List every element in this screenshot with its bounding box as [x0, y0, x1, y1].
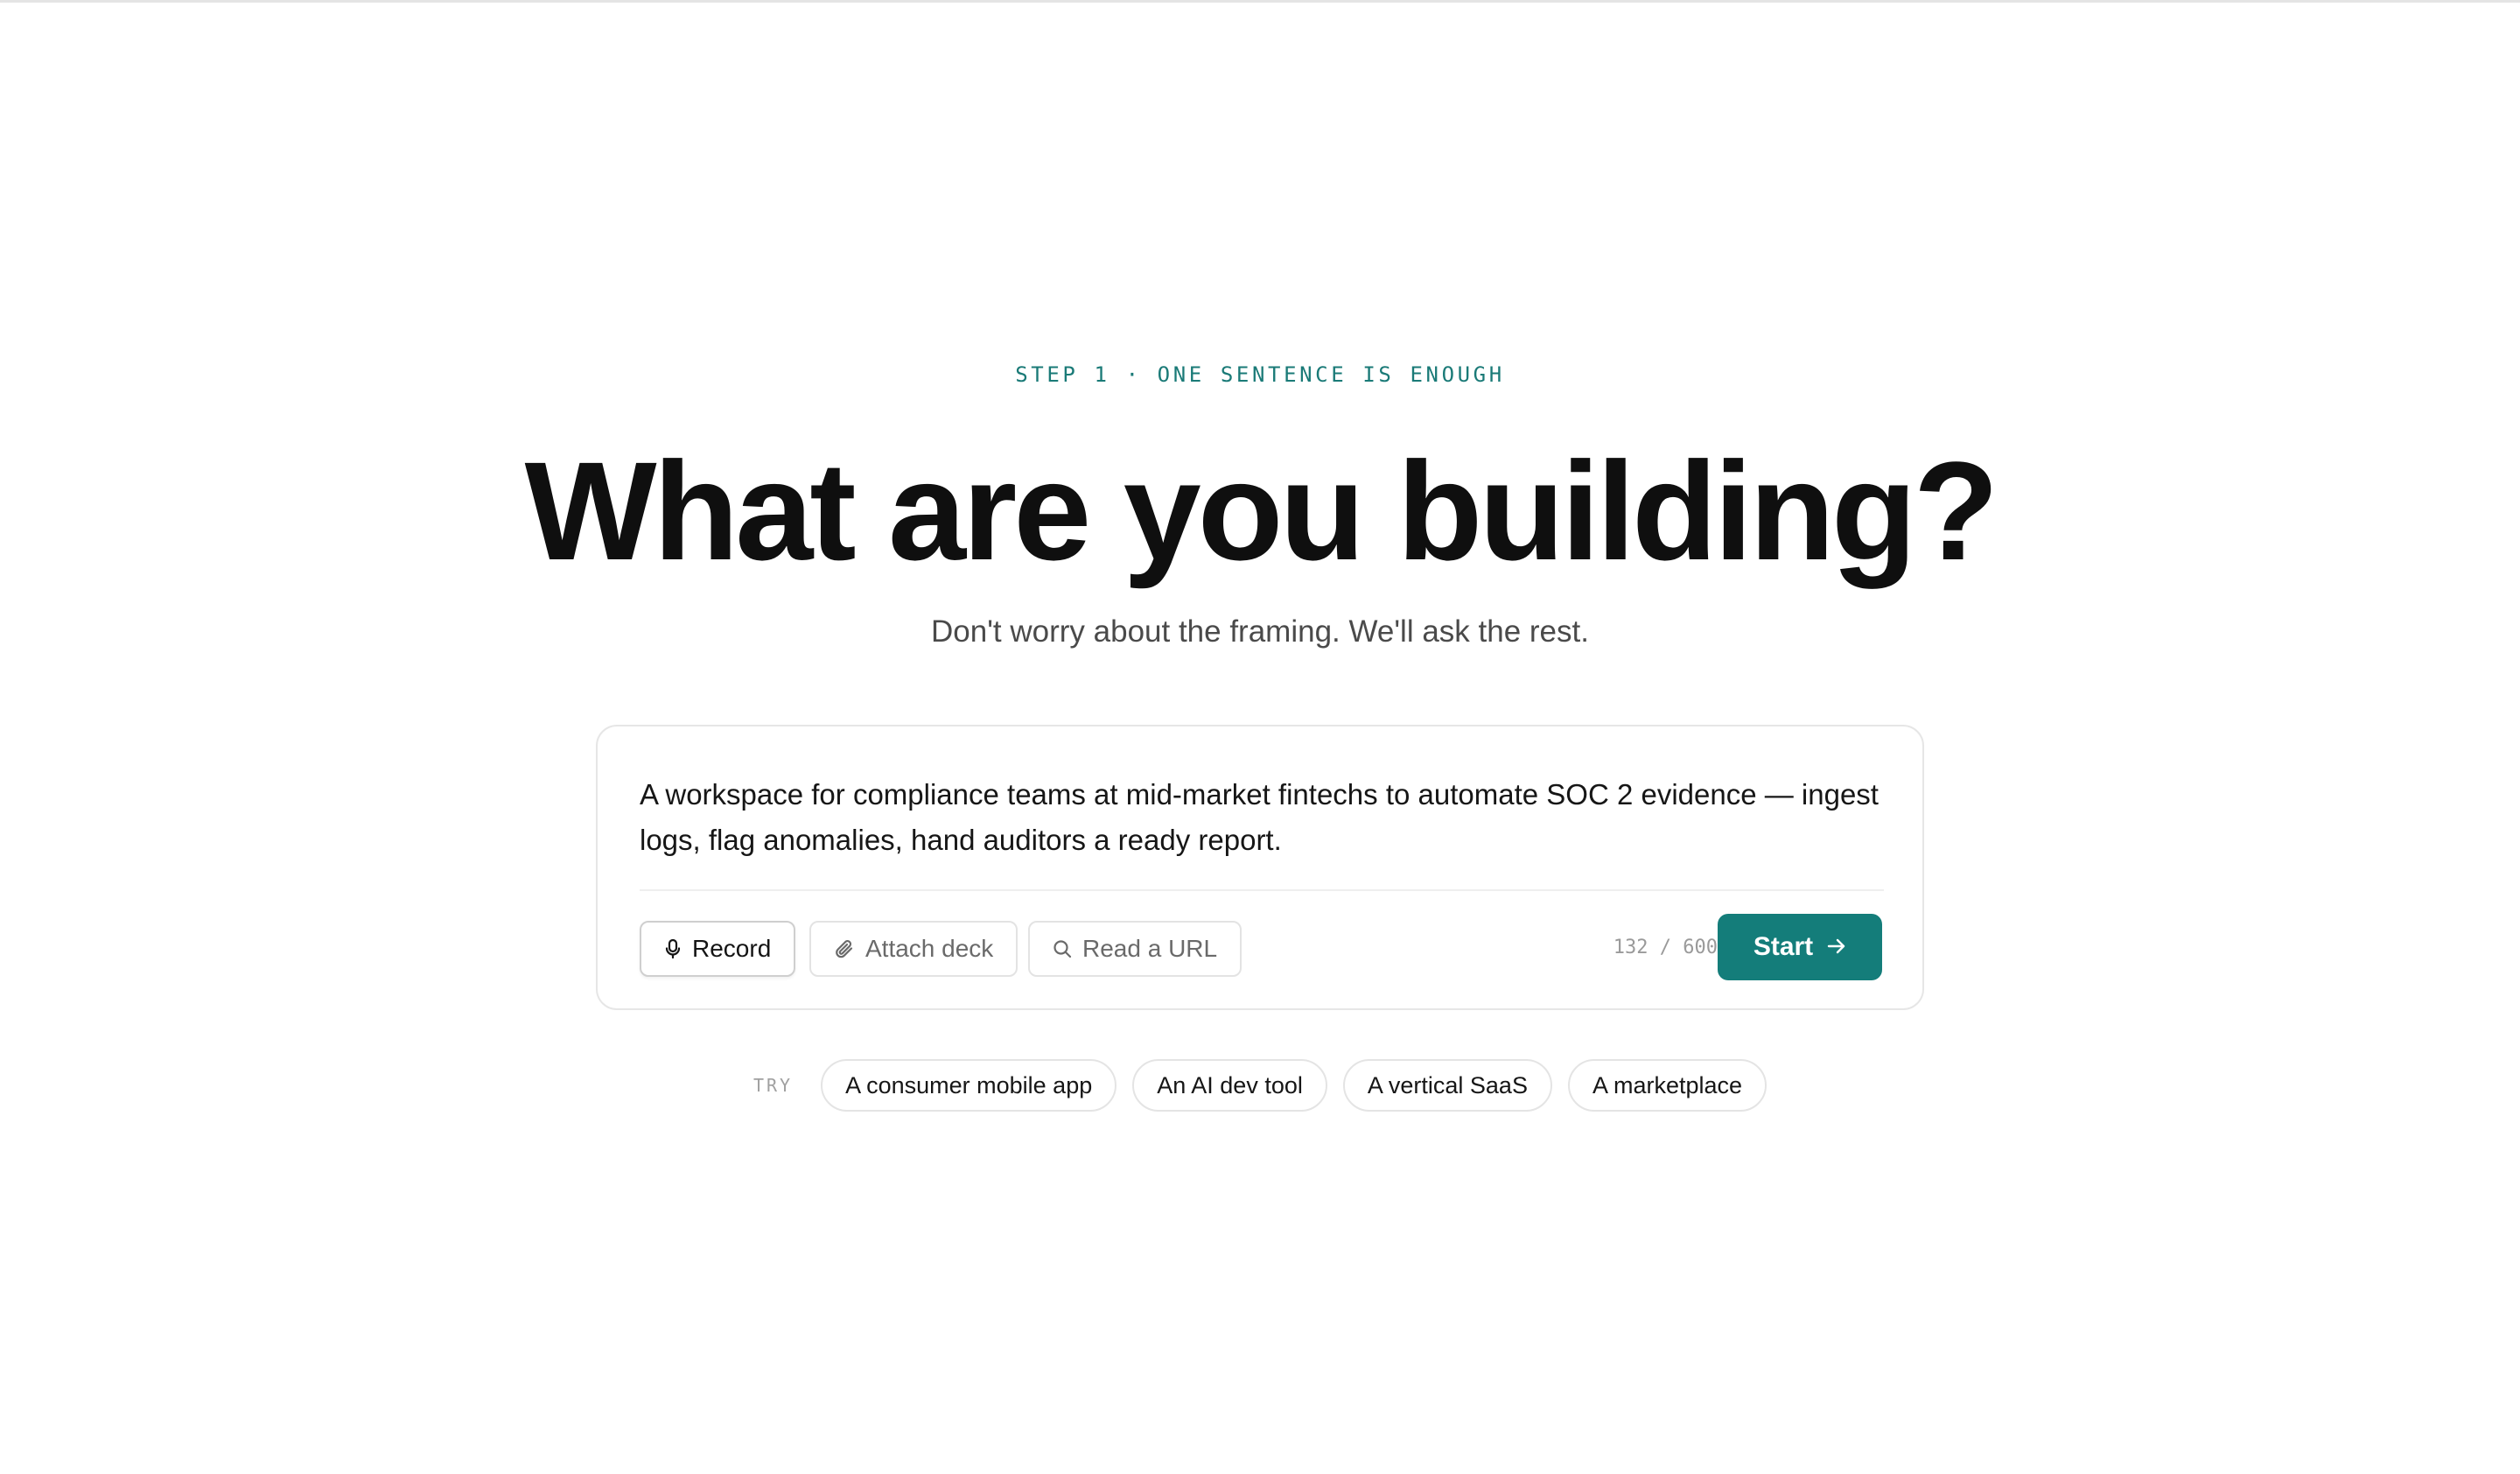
idea-composer: A workspace for compliance teams at mid-… — [596, 725, 1924, 1010]
page-subtitle: Don't worry about the framing. We'll ask… — [931, 614, 1589, 649]
suggestion-row: TRY A consumer mobile app An AI dev tool… — [0, 1059, 2520, 1112]
read-url-label: Read a URL — [1082, 935, 1218, 962]
suggestion-chip-marketplace[interactable]: A marketplace — [1567, 1059, 1768, 1112]
try-label: TRY — [752, 1075, 794, 1096]
composer-divider — [640, 889, 1884, 891]
paperclip-icon — [834, 938, 855, 959]
microphone-icon — [664, 938, 682, 959]
arrow-right-icon — [1827, 932, 1846, 962]
read-url-button[interactable]: Read a URL — [1028, 921, 1242, 977]
search-icon — [1053, 939, 1072, 958]
record-button[interactable]: Record — [640, 921, 796, 977]
step-label: STEP 1 · ONE SENTENCE IS ENOUGH — [1015, 362, 1505, 387]
top-border — [0, 0, 2520, 3]
page-title: What are you building? — [524, 432, 1999, 589]
suggestion-chip-vertical-saas[interactable]: A vertical SaaS — [1342, 1059, 1552, 1112]
suggestion-chip-ai-dev-tool[interactable]: An AI dev tool — [1132, 1059, 1327, 1112]
attach-deck-label: Attach deck — [865, 935, 994, 962]
suggestion-chip-consumer-mobile-app[interactable]: A consumer mobile app — [821, 1059, 1117, 1112]
idea-input[interactable]: A workspace for compliance teams at mid-… — [640, 772, 1891, 863]
start-button[interactable]: Start — [1718, 914, 1882, 980]
attach-deck-button[interactable]: Attach deck — [809, 921, 1018, 977]
record-label: Record — [692, 935, 772, 962]
start-label: Start — [1753, 932, 1814, 961]
character-count: 132 / 600 — [1613, 937, 1718, 958]
